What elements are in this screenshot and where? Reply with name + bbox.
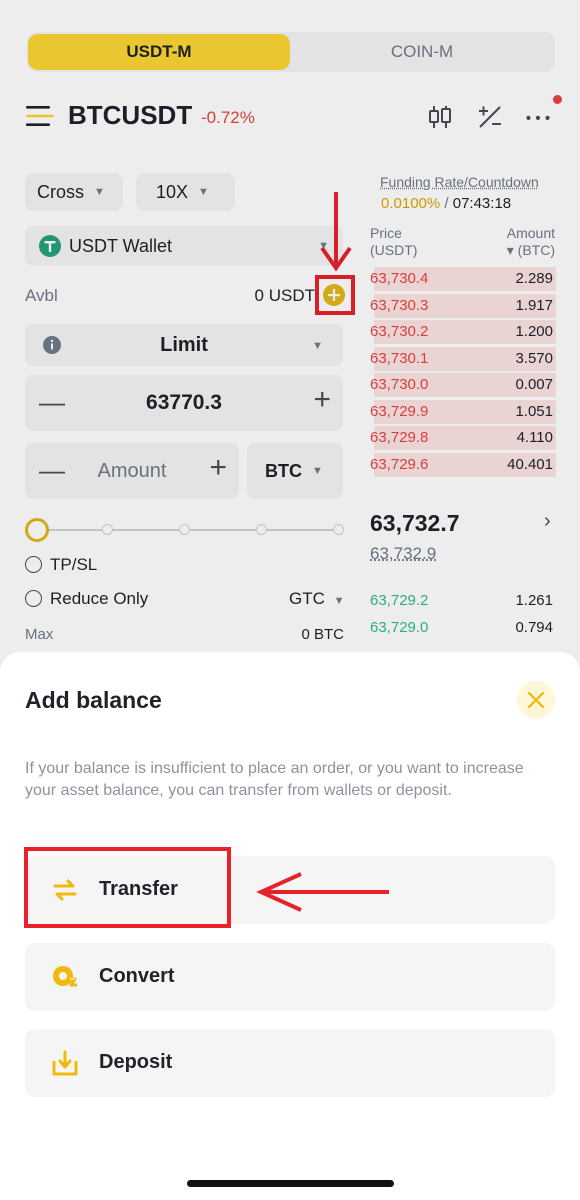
annotation-highlight-transfer <box>24 847 231 928</box>
close-icon <box>527 691 545 709</box>
convert-icon <box>53 966 77 987</box>
deposit-label: Deposit <box>99 1051 173 1073</box>
close-button[interactable] <box>517 681 555 719</box>
home-indicator <box>187 1180 394 1187</box>
convert-label: Convert <box>99 965 175 987</box>
convert-option[interactable]: Convert <box>25 943 555 1011</box>
deposit-option[interactable]: Deposit <box>25 1029 555 1097</box>
sheet-title: Add balance <box>25 687 162 713</box>
annotation-arrow-left <box>256 872 389 912</box>
sheet-description: If your balance is insufficient to place… <box>25 760 524 799</box>
deposit-icon <box>52 1050 78 1076</box>
